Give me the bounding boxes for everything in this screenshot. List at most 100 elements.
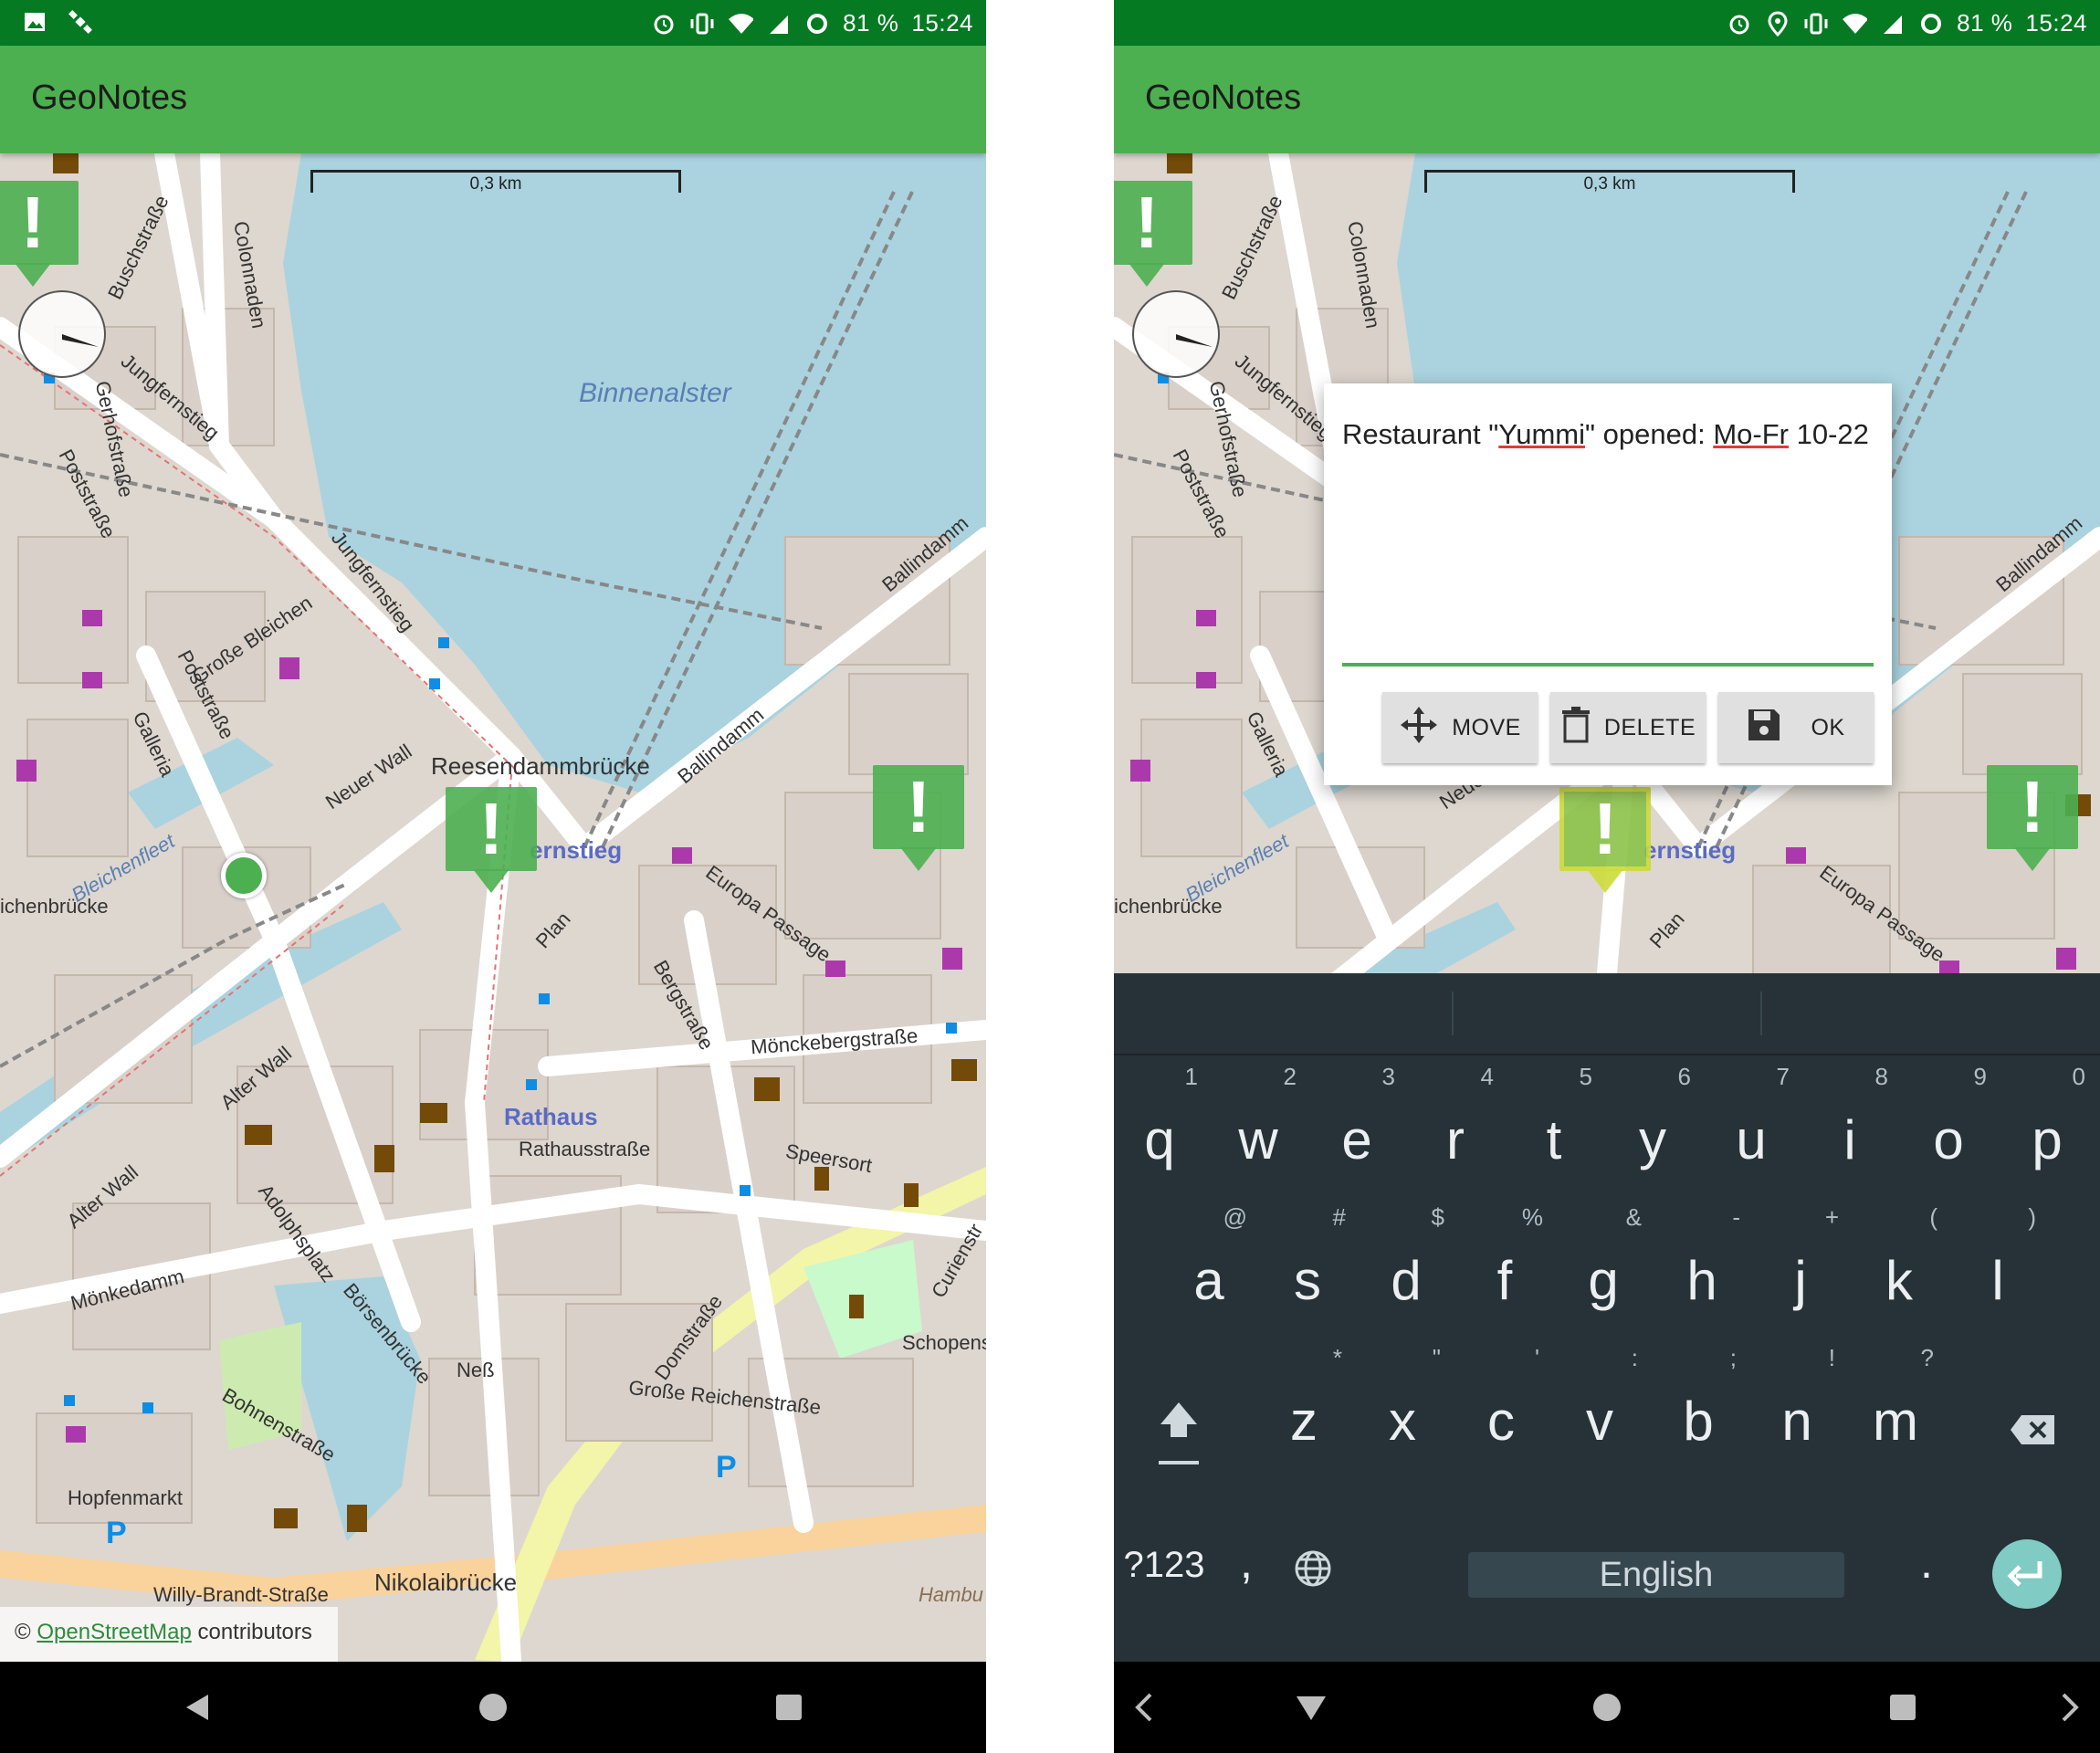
key-hint: 9	[1973, 1063, 1987, 1090]
key-hint: "	[1432, 1344, 1441, 1371]
key-hint: !	[1828, 1344, 1835, 1371]
map-label-nikolaibruecke: Nikolaibrücke	[374, 1569, 518, 1596]
compass-icon[interactable]	[18, 290, 106, 378]
key-v[interactable]: :v	[1554, 1344, 1645, 1453]
key-label: f	[1496, 1250, 1513, 1311]
key-label: m	[1873, 1391, 1918, 1452]
key-s[interactable]: # s	[1262, 1203, 1353, 1312]
key-hint: #	[1332, 1203, 1346, 1231]
lake-label: Binnenalster	[579, 378, 731, 408]
key-w[interactable]: 2w	[1213, 1063, 1304, 1171]
note-text-part: " opened:	[1585, 418, 1714, 450]
key-k[interactable]: (k	[1853, 1203, 1945, 1312]
keyboard-left-arrow-icon[interactable]	[1127, 1689, 1163, 1726]
ok-label: OK	[1811, 714, 1845, 740]
key-l[interactable]: ) l	[1952, 1203, 2043, 1312]
keyboard-right-arrow-icon[interactable]	[2051, 1689, 2087, 1726]
wifi-icon	[728, 11, 754, 37]
key-m[interactable]: ? m	[1850, 1344, 1941, 1453]
map-view[interactable]: 0,3 km Binnenalster Reesendammbrücke ern…	[0, 153, 986, 1662]
key-y[interactable]: 6y	[1607, 1063, 1698, 1171]
key-label: l	[1991, 1250, 2004, 1311]
key-f[interactable]: % f	[1459, 1203, 1550, 1312]
ok-button[interactable]: OK	[1718, 692, 1874, 763]
clock: 15:24	[911, 9, 973, 37]
key-label: a	[1193, 1250, 1224, 1311]
suggestion-divider	[1760, 992, 1762, 1035]
key-q[interactable]: 1q	[1114, 1063, 1205, 1171]
app-title: GeoNotes	[1145, 79, 1302, 117]
key-p[interactable]: 0p	[2001, 1063, 2093, 1171]
status-bar: 81 % 15:24	[0, 0, 986, 46]
key-j[interactable]: + j	[1755, 1203, 1846, 1312]
key-z[interactable]: * z	[1258, 1344, 1349, 1453]
key-label: y	[1639, 1109, 1666, 1170]
clock: 15:24	[2025, 9, 2087, 37]
key-hint: 4	[1480, 1063, 1494, 1090]
key-i[interactable]: 8i	[1804, 1063, 1895, 1171]
key-hint: &	[1625, 1203, 1642, 1231]
recents-icon[interactable]	[1885, 1689, 1921, 1726]
key-h[interactable]: -h	[1656, 1203, 1748, 1312]
key-label: o	[1933, 1109, 1964, 1170]
geonote-marker[interactable]: !	[0, 181, 79, 290]
delete-button[interactable]: DELETE	[1550, 692, 1706, 763]
recents-icon[interactable]	[771, 1689, 807, 1726]
status-bar: 81 % 15:24	[1114, 0, 2100, 46]
key-label: z	[1290, 1391, 1318, 1452]
geonote-marker[interactable]: !	[1114, 181, 1192, 290]
symbols-key[interactable]: ?123	[1123, 1545, 1205, 1586]
map-attribution: © OpenStreetMap contributors	[0, 1607, 338, 1662]
key-c[interactable]: ' c	[1455, 1344, 1547, 1453]
key-x[interactable]: " x	[1357, 1344, 1448, 1453]
key-g[interactable]: & g	[1558, 1203, 1649, 1312]
geonote-marker[interactable]: !	[446, 787, 537, 897]
suggestion-strip	[1114, 973, 2100, 1055]
globe-icon[interactable]	[1293, 1548, 1333, 1593]
key-a[interactable]: @ a	[1163, 1203, 1255, 1312]
home-icon[interactable]	[1589, 1689, 1625, 1726]
location-icon	[1765, 10, 1790, 37]
compass-icon[interactable]	[1132, 290, 1220, 378]
key-hint: +	[1824, 1203, 1839, 1231]
key-label: w	[1238, 1109, 1278, 1170]
backspace-icon[interactable]	[2009, 1412, 2056, 1453]
key-o[interactable]: 9o	[1903, 1063, 1994, 1171]
key-b[interactable]: ; b	[1653, 1344, 1744, 1453]
key-r[interactable]: 4r	[1410, 1063, 1501, 1171]
key-label: q	[1144, 1109, 1175, 1170]
key-hint: 7	[1776, 1063, 1790, 1090]
hide-keyboard-icon[interactable]	[1293, 1689, 1329, 1726]
move-button[interactable]: MOVE	[1382, 692, 1538, 763]
key-d[interactable]: $ d	[1360, 1203, 1452, 1312]
note-text-field[interactable]: Restaurant "Yummi" opened: Mo-Fr 10-22	[1342, 418, 1872, 451]
key-t[interactable]: 5t	[1508, 1063, 1600, 1171]
scale-bar: 0,3 km	[1424, 170, 1795, 194]
key-hint: -	[1732, 1203, 1740, 1231]
wifi-icon	[1842, 11, 1868, 37]
key-n[interactable]: ! n	[1751, 1344, 1843, 1453]
battery-percent: 81 %	[843, 9, 899, 37]
geonote-marker[interactable]: !	[1987, 765, 2078, 875]
key-u[interactable]: 7u	[1706, 1063, 1797, 1171]
shift-icon[interactable]	[1156, 1393, 1202, 1471]
period-key[interactable]: .	[1899, 1536, 1954, 1589]
note-text-misspelled-word: Yummi	[1498, 418, 1586, 450]
battery-ring-icon	[1918, 11, 1944, 37]
key-label: v	[1586, 1391, 1613, 1452]
key-label: j	[1794, 1250, 1807, 1311]
geonote-marker[interactable]: !	[873, 765, 964, 875]
suggestion-divider	[1452, 992, 1454, 1035]
delete-label: DELETE	[1603, 714, 1696, 740]
key-e[interactable]: 3e	[1311, 1063, 1402, 1171]
openstreetmap-link[interactable]: OpenStreetMap	[37, 1620, 191, 1644]
back-icon[interactable]	[179, 1689, 215, 1726]
space-key[interactable]: English	[1468, 1552, 1844, 1598]
geonote-marker-selected[interactable]: !	[1559, 787, 1651, 897]
enter-key[interactable]	[1992, 1539, 2062, 1609]
battery-ring-icon	[804, 11, 830, 37]
vibrate-icon	[1803, 11, 1829, 37]
key-hint: 1	[1184, 1063, 1198, 1090]
comma-key[interactable]: ,	[1214, 1536, 1278, 1589]
home-icon[interactable]	[475, 1689, 511, 1726]
